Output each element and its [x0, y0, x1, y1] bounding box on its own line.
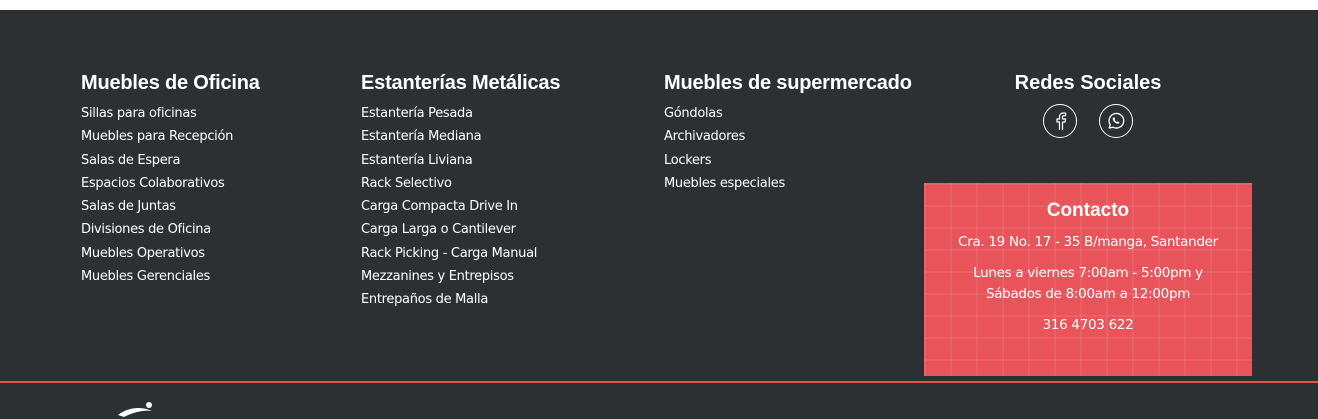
footer-link[interactable]: Estantería Pesada: [361, 106, 473, 121]
bottom-bar: [0, 381, 1318, 419]
footer-link[interactable]: Muebles Operativos: [81, 246, 205, 261]
list-item: Entrepaños de Malla: [361, 288, 560, 311]
footer-link[interactable]: Lockers: [664, 153, 712, 168]
list-item: Rack Selectivo: [361, 172, 560, 195]
hours-weekdays: Lunes a viernes 7:00am - 5:00pm y: [973, 265, 1203, 281]
footer-link[interactable]: Carga Compacta Drive In: [361, 199, 518, 214]
social-section: Redes Sociales: [1004, 71, 1172, 138]
social-icons: [1004, 104, 1172, 138]
footer-link[interactable]: Salas de Juntas: [81, 199, 176, 214]
footer-link[interactable]: Entrepaños de Malla: [361, 292, 488, 307]
contact-card: Contacto Cra. 19 No. 17 - 35 B/manga, Sa…: [924, 183, 1252, 376]
list-item: Muebles especiales: [664, 172, 912, 195]
whatsapp-icon: [1108, 112, 1125, 129]
contact-address: Cra. 19 No. 17 - 35 B/manga, Santander: [958, 234, 1218, 250]
site-footer: Muebles de Oficina Sillas para oficinas …: [0, 10, 1318, 382]
social-title: Redes Sociales: [1014, 72, 1162, 94]
whatsapp-button[interactable]: [1099, 104, 1133, 138]
list-item: Sillas para oficinas: [81, 102, 260, 125]
logo-mark: [118, 402, 152, 417]
link-list: Góndolas Archivadores Lockers Muebles es…: [664, 102, 912, 195]
footer-link[interactable]: Mezzanines y Entrepisos: [361, 269, 514, 284]
list-item: Espacios Colaborativos: [81, 172, 260, 195]
contact-hours: Lunes a viernes 7:00am - 5:00pm y Sábado…: [924, 263, 1252, 305]
contact-title: Contacto: [1046, 200, 1130, 221]
list-item: Salas de Juntas: [81, 195, 260, 218]
footer-column-oficina: Muebles de Oficina Sillas para oficinas …: [81, 71, 260, 288]
footer-link[interactable]: Muebles Gerenciales: [81, 269, 210, 284]
list-item: Estantería Liviana: [361, 149, 560, 172]
list-item: Muebles para Recepción: [81, 125, 260, 148]
footer-link[interactable]: Salas de Espera: [81, 153, 180, 168]
column-title: Estanterías Metálicas: [361, 72, 561, 94]
hours-saturday: Sábados de 8:00am a 12:00pm: [985, 286, 1191, 302]
list-item: Estantería Mediana: [361, 125, 560, 148]
facebook-icon: [1056, 112, 1067, 130]
list-item: Muebles Operativos: [81, 242, 260, 265]
footer-link[interactable]: Góndolas: [664, 106, 723, 121]
footer-link[interactable]: Muebles especiales: [664, 176, 785, 191]
footer-link[interactable]: Rack Picking - Carga Manual: [361, 246, 537, 261]
list-item: Divisiones de Oficina: [81, 218, 260, 241]
list-item: Salas de Espera: [81, 149, 260, 172]
list-item: Mezzanines y Entrepisos: [361, 265, 560, 288]
footer-column-estanterias: Estanterías Metálicas Estantería Pesada …: [361, 71, 560, 312]
list-item: Lockers: [664, 149, 912, 172]
footer-link[interactable]: Sillas para oficinas: [81, 106, 197, 121]
list-item: Archivadores: [664, 125, 912, 148]
list-item: Carga Larga o Cantilever: [361, 218, 560, 241]
footer-link[interactable]: Estantería Mediana: [361, 129, 482, 144]
footer-link[interactable]: Muebles para Recepción: [81, 129, 233, 144]
footer-link[interactable]: Archivadores: [664, 129, 745, 144]
footer-link[interactable]: Espacios Colaborativos: [81, 176, 225, 191]
list-item: Rack Picking - Carga Manual: [361, 242, 560, 265]
facebook-button[interactable]: [1043, 104, 1077, 138]
list-item: Muebles Gerenciales: [81, 265, 260, 288]
footer-link[interactable]: Divisiones de Oficina: [81, 222, 211, 237]
link-list: Estantería Pesada Estantería Mediana Est…: [361, 102, 560, 312]
link-list: Sillas para oficinas Muebles para Recepc…: [81, 102, 260, 288]
column-title: Muebles de Oficina: [81, 72, 260, 94]
column-title: Muebles de supermercado: [664, 72, 912, 94]
list-item: Góndolas: [664, 102, 912, 125]
list-item: Carga Compacta Drive In: [361, 195, 560, 218]
footer-column-supermercado: Muebles de supermercado Góndolas Archiva…: [664, 71, 912, 195]
footer-link[interactable]: Estantería Liviana: [361, 153, 473, 168]
contact-phone[interactable]: 316 4703 622: [924, 315, 1252, 336]
list-item: Estantería Pesada: [361, 102, 560, 125]
footer-link[interactable]: Carga Larga o Cantilever: [361, 222, 516, 237]
footer-link[interactable]: Rack Selectivo: [361, 176, 452, 191]
